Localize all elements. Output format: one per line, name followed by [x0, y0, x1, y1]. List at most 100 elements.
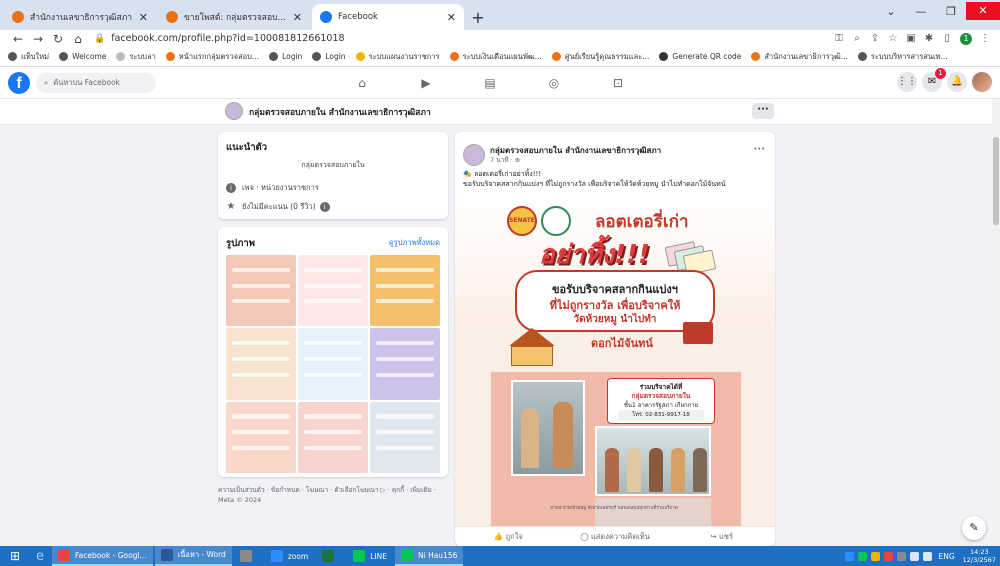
more-options-button[interactable]: ···	[752, 103, 774, 119]
bookmark-item[interactable]: หน้าแรกกลุ่มตรวจสอบ...	[165, 51, 259, 63]
post-image[interactable]: SENATE ลอตเตอรี่เก่า อย่าทิ้ง!!! ขอรับบร…	[455, 194, 775, 526]
network-icon[interactable]	[910, 551, 920, 561]
media-icon[interactable]: ▣	[902, 33, 920, 44]
browser-tab-active[interactable]: Facebook ✕	[312, 4, 464, 30]
photo-thumbnail[interactable]	[370, 401, 440, 473]
lock-icon[interactable]: 🔒	[94, 34, 105, 44]
photo-thumbnail[interactable]	[298, 401, 368, 473]
bookmark-item[interactable]: Welcome	[59, 52, 106, 61]
new-message-button[interactable]: ✎	[962, 516, 986, 540]
groups-nav-icon[interactable]: ◎	[522, 67, 586, 99]
bookmark-item[interactable]: ระบบแผนงานราชการ	[355, 51, 440, 63]
bookmark-star-icon[interactable]: ☆	[884, 33, 902, 44]
page-name[interactable]: กลุ่มตรวจสอบภายใน สำนักงานเลขาธิการวุฒิส…	[249, 105, 431, 119]
taskbar-app[interactable]: Ni Hau156	[394, 546, 464, 566]
maximize-button[interactable]: ❐	[936, 5, 966, 18]
bookmark-item[interactable]: Generate QR code	[659, 52, 741, 61]
system-clock[interactable]: 14:23 12/3/2567	[963, 548, 996, 564]
tab-close-icon[interactable]: ✕	[139, 11, 148, 24]
info-circle-icon[interactable]: i	[319, 202, 330, 212]
post-more-icon[interactable]: ···	[754, 144, 765, 155]
extensions-icon[interactable]: ✱	[920, 33, 938, 44]
bookmark-favicon-icon	[551, 52, 561, 61]
forward-button[interactable]: →	[28, 32, 48, 46]
back-button[interactable]: ←	[8, 32, 28, 46]
photo-thumbnail[interactable]	[226, 328, 296, 400]
zoom-icon[interactable]: ⌕	[848, 33, 866, 44]
bookmark-item[interactable]: Login	[269, 52, 302, 61]
share-button[interactable]: ↪ แชร์	[668, 527, 775, 546]
browser-tab[interactable]: ขายโพสต์: กลุ่มตรวจสอบภายใน 2567 ✕	[158, 4, 310, 30]
marketplace-nav-icon[interactable]: ▤	[458, 67, 522, 99]
org-seal-logo	[541, 206, 571, 236]
tray-app-icon[interactable]	[871, 551, 881, 561]
menu-grid-icon[interactable]: ⋮⋮	[897, 72, 917, 92]
taskbar-app-label: Facebook - Googl...	[75, 550, 147, 560]
taskbar-app[interactable]: zoom	[265, 546, 314, 566]
bookmark-favicon-icon	[751, 52, 761, 61]
taskbar-app[interactable]: LINE	[347, 546, 393, 566]
video-nav-icon[interactable]: ▶	[394, 67, 458, 99]
menu-dots-icon[interactable]: ⋮	[976, 33, 994, 44]
browser-tab[interactable]: สำนักงานเลขาธิการวุฒิสภา ✕	[4, 4, 156, 30]
facebook-logo-icon[interactable]: f	[8, 71, 30, 94]
taskbar-ie-icon[interactable]: e	[30, 546, 50, 566]
tray-app-icon[interactable]	[897, 551, 907, 561]
url-field[interactable]: 🔒 facebook.com/profile.php?id=1000818126…	[94, 30, 830, 47]
see-all-photos-link[interactable]: ดูรูปภาพทั้งหมด	[389, 237, 440, 249]
bookmark-item[interactable]: ระบบบริหารสารสนเท...	[857, 51, 948, 63]
close-window-button[interactable]: ✕	[966, 2, 1000, 20]
profile-avatar[interactable]: 1	[960, 32, 972, 45]
tab-search-icon[interactable]: ⌄	[876, 5, 906, 18]
share-icon[interactable]: ⇪	[866, 33, 884, 44]
language-indicator[interactable]: ENG	[938, 552, 954, 561]
scrollbar-thumb[interactable]	[993, 137, 999, 225]
reload-button[interactable]: ↻	[48, 32, 68, 46]
photo-thumbnail[interactable]	[298, 328, 368, 400]
taskbar-app-label: zoom	[287, 551, 309, 561]
photo-thumbnail[interactable]	[298, 255, 368, 327]
bookmark-item[interactable]: Login	[312, 52, 346, 61]
group-photo	[595, 426, 711, 496]
minimize-button[interactable]: —	[906, 5, 936, 18]
taskbar-app[interactable]: Facebook - Googl...	[52, 546, 153, 566]
photo-thumbnail[interactable]	[226, 401, 296, 473]
facebook-search-input[interactable]: ⌕ ค้นหาบน Facebook	[36, 72, 156, 93]
key-icon[interactable]: ⚿	[830, 33, 848, 44]
tab-close-icon[interactable]: ✕	[293, 11, 302, 24]
home-nav-icon[interactable]: ⌂	[330, 67, 394, 99]
volume-icon[interactable]	[923, 551, 933, 561]
like-button[interactable]: 👍 ถูกใจ	[455, 527, 562, 546]
account-avatar[interactable]	[972, 72, 992, 92]
bookmark-item[interactable]: ระบบลา	[116, 51, 156, 63]
page-scrollbar[interactable]	[992, 99, 1000, 545]
post-timestamp[interactable]: 7 นาที · ⊕	[490, 155, 520, 165]
tab-close-icon[interactable]: ✕	[447, 11, 456, 24]
comment-button[interactable]: ◯ แสดงความคิดเห็น	[562, 527, 669, 546]
photo-thumbnail[interactable]	[370, 328, 440, 400]
tray-app-icon[interactable]	[845, 551, 855, 561]
sidepanel-icon[interactable]: ▯	[938, 33, 956, 44]
bookmark-item[interactable]: สำนักงานเลขาธิการวุฒิ...	[751, 51, 848, 63]
tray-app-icon[interactable]	[884, 551, 894, 561]
photo-thumbnail[interactable]	[226, 255, 296, 327]
messenger-icon[interactable]: ✉ 1	[922, 68, 946, 92]
bookmark-item[interactable]: แท็บใหม่	[8, 51, 49, 63]
home-button[interactable]: ⌂	[68, 32, 88, 46]
photo-grid	[226, 255, 440, 473]
taskbar-apps: Facebook - Googl... เนื้อหา - Word zoom LIN…	[52, 546, 465, 566]
bookmark-item[interactable]: ศูนย์เรียนรู้คุณธรรมและ...	[551, 51, 649, 63]
taskbar-app[interactable]	[234, 546, 263, 566]
photo-thumbnail[interactable]	[370, 255, 440, 327]
tray-app-icon[interactable]	[858, 551, 868, 561]
post-author-avatar[interactable]	[463, 144, 485, 166]
windows-start-icon[interactable]: ⊞	[0, 549, 30, 563]
gaming-nav-icon[interactable]: ⊡	[586, 67, 650, 99]
taskbar-app[interactable]: เนื้อหา - Word	[154, 546, 232, 566]
taskbar-app[interactable]	[316, 546, 345, 566]
page-avatar[interactable]	[225, 102, 243, 120]
bookmark-item[interactable]: ระบบเงินเดือนแผนพัฒ...	[449, 51, 542, 63]
new-tab-button[interactable]: +	[466, 4, 490, 30]
notifications-bell-icon[interactable]: 🔔	[947, 72, 967, 92]
bookmark-label: สำนักงานเลขาธิการวุฒิ...	[764, 51, 848, 61]
